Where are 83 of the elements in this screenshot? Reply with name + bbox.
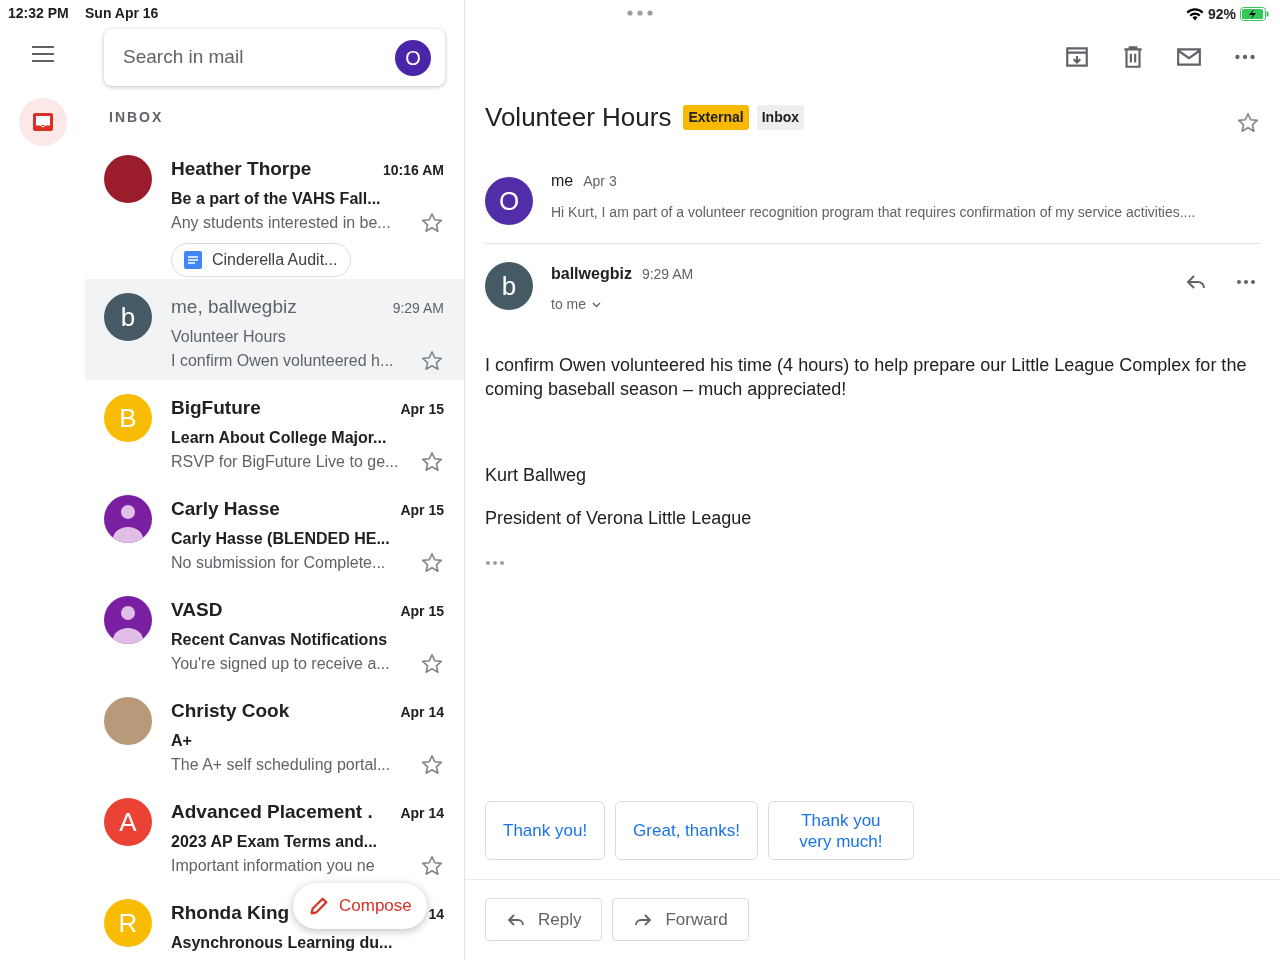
email-subject: A+ [171,730,193,751]
email-subject: Recent Canvas Notifications [171,629,389,650]
email-subject: Asynchronous Learning du... [171,932,394,953]
email-preview: You're signed up to receive a... [171,653,390,674]
status-time: 12:32 PM [8,4,69,23]
sender-name: Advanced Placement . [171,800,373,824]
reply-button[interactable]: Reply [485,898,603,941]
email-time: Apr 15 [400,400,444,419]
message-paragraph: I confirm Owen volunteered his time (4 hours) to help prepare our Little League Complex for the coming baseball season – much appreciated! [485,354,1248,401]
battery-percent: 92% [1207,4,1236,24]
sender-avatar: O [485,177,533,225]
battery-charging-icon [1240,7,1270,21]
sender-avatar: R [104,899,152,947]
email-preview: No submission for Complete... [171,552,386,573]
sender-avatar: b [104,293,152,341]
inbox-icon [31,111,54,133]
sender-name: me, ballwegbiz [171,295,297,319]
sender-name: Heather Thorpe [171,157,312,181]
email-subject: Be a part of the VAHS Fall... [171,188,382,209]
compose-button[interactable]: Compose [293,883,427,929]
multitasking-dots-icon[interactable] [627,10,653,16]
email-time: Apr 14 [400,703,444,722]
star-icon[interactable] [420,752,444,777]
star-icon[interactable] [1236,110,1260,135]
email-time: Apr 15 [400,501,444,520]
chevron-down-icon [592,301,601,308]
wifi-icon [1185,7,1204,21]
email-time: 10:16 AM [383,161,444,180]
sender-name: ballwegbiz [551,264,632,284]
message-date: 9:29 AM [641,265,694,284]
menu-icon[interactable] [31,46,54,62]
trimmed-content-dots-icon[interactable] [485,560,505,566]
section-label: INBOX [109,108,165,127]
email-preview: Any students interested in be... [171,212,391,233]
label-tag: External [683,105,749,130]
message-paragraph: President of Verona Little League [485,507,753,530]
email-subject: Volunteer Hours [171,326,287,347]
pencil-icon [308,895,330,917]
email-subject: Learn About College Major... [171,427,388,448]
archive-icon[interactable] [1064,44,1090,70]
thread-title: Volunteer Hours [485,101,672,134]
sender-avatar: B [104,394,152,442]
email-preview: The A+ self scheduling portal... [171,754,391,775]
message-date: Apr 3 [583,172,617,191]
sender-name: Rhonda King [171,901,290,925]
smart-reply-button[interactable]: Great, thanks! [615,801,758,860]
forward-button[interactable]: Forward [612,898,749,941]
sender-name: me [551,171,574,191]
sender-name: Christy Cook [171,699,290,723]
status-date: Sun Apr 16 [85,4,159,23]
email-time: 9:29 AM [392,299,444,318]
email-time: Apr 15 [400,602,444,621]
star-icon[interactable] [420,853,444,878]
message-snippet: Hi Kurt, I am part of a volunteer recognition program that requires confirmation of my service activities.... [551,203,1196,222]
email-time: 14 [428,905,444,924]
collapsed-message[interactable]: O me Apr 3 Hi Kurt, I am part of a volunteer recognition program that requires confirmation of my service activities.... [485,169,1260,244]
star-icon[interactable] [420,651,444,676]
sender-avatar: b [485,262,533,310]
star-icon[interactable] [420,210,444,235]
email-preview: RSVP for BigFuture Live to ge... [171,451,399,472]
star-icon[interactable] [420,348,444,373]
email-time: Apr 14 [400,804,444,823]
smart-reply-button[interactable]: Thank you! [485,801,606,860]
smart-reply-button[interactable]: Thank you very much! [767,801,914,860]
sender-name: Carly Hasse [171,497,280,521]
sender-name: VASD [171,598,223,622]
star-icon[interactable] [420,449,444,474]
email-subject: 2023 AP Exam Terms and... [171,831,379,852]
sender-name: BigFuture [171,396,261,420]
label-tag: Inbox [756,105,805,130]
search-field[interactable]: Search in mail O [104,29,445,86]
email-preview: I confirm Owen volunteered h... [171,350,394,371]
attachment-name: Cinderella Audit... [212,249,338,270]
email-preview: Important information you ne [171,855,375,876]
recipients-toggle[interactable]: to me [551,294,601,315]
document-icon [184,250,202,269]
inbox-nav-button[interactable] [18,98,67,146]
email-row[interactable]: b me, ballwegbiz 9:29 AM Volunteer Hours I confirm Owen volunteered h... [85,279,464,380]
sender-avatar: A [104,798,152,846]
message-paragraph: Kurt Ballweg [485,464,588,487]
email-subject: Carly Hasse (BLENDED HE... [171,528,391,549]
star-icon[interactable] [420,550,444,575]
account-avatar[interactable]: O [395,39,431,76]
